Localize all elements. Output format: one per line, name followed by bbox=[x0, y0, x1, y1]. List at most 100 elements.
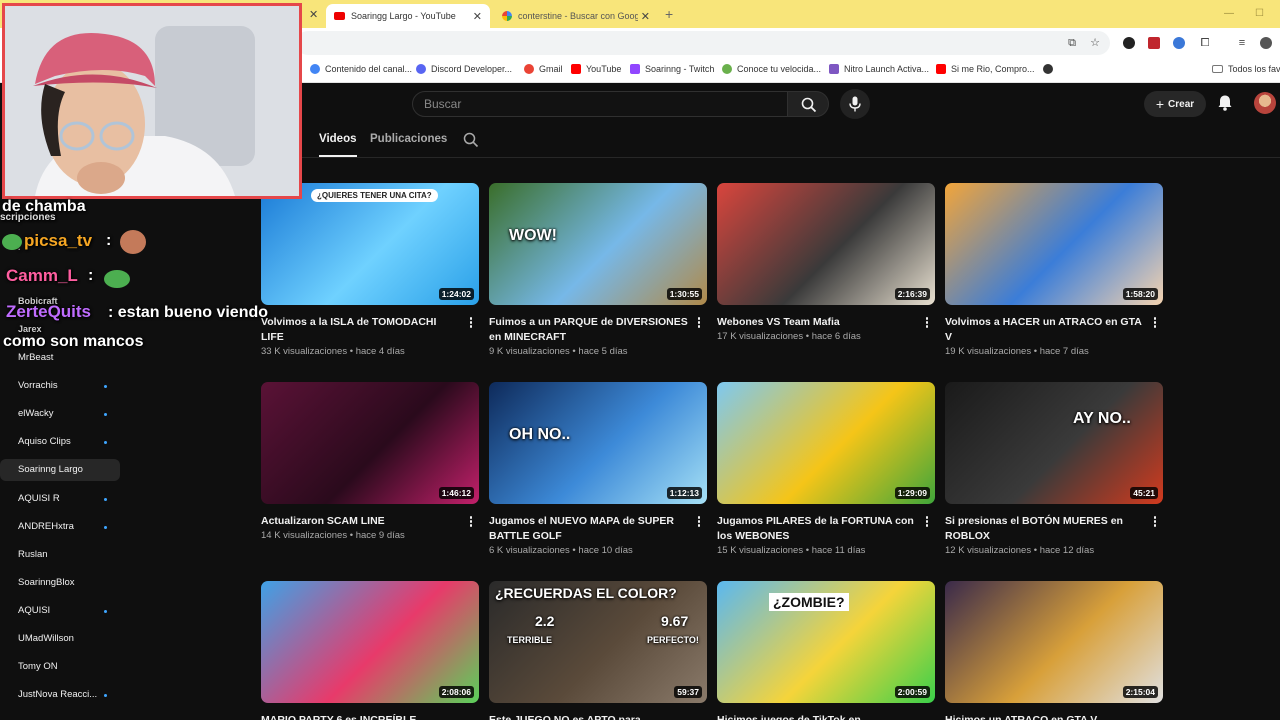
more-options-icon[interactable] bbox=[925, 516, 929, 528]
sidebar-channel-item[interactable]: Soarinng Largo bbox=[0, 459, 120, 482]
video-thumbnail[interactable]: OH NO.. 1:12:13 bbox=[489, 382, 707, 504]
user-avatar[interactable] bbox=[1254, 92, 1276, 114]
bookmark-item[interactable]: Si me Rio, Compro... bbox=[936, 64, 1035, 74]
video-thumbnail[interactable]: 2:15:04 bbox=[945, 581, 1163, 703]
search-button[interactable] bbox=[787, 91, 829, 117]
sidebar-channel-item[interactable]: Vorrachis bbox=[0, 375, 120, 397]
close-tab-icon[interactable]: ✕ bbox=[641, 10, 650, 23]
video-thumbnail[interactable]: 1:46:12 bbox=[261, 382, 479, 504]
video-card[interactable]: AY NO.. 45:21 Si presionas el BOTÓN MUERES… bbox=[945, 382, 1163, 556]
more-options-icon[interactable] bbox=[469, 516, 473, 528]
close-tab-icon[interactable]: ✕ bbox=[473, 10, 482, 23]
video-title[interactable]: Volvimos a la ISLA de TOMODACHI LIFE bbox=[261, 315, 461, 345]
browser-tab-google[interactable]: conterstine - Buscar con Google ✕ bbox=[494, 4, 658, 28]
video-title[interactable]: Este JUEGO NO es APTO para bbox=[489, 713, 689, 720]
video-title[interactable]: Jugamos el NUEVO MAPA de SUPER BATTLE GO… bbox=[489, 514, 689, 544]
minimize-icon[interactable]: — bbox=[1224, 8, 1234, 19]
video-thumbnail[interactable]: 1:29:09 bbox=[717, 382, 935, 504]
video-card[interactable]: 2:15:04 Hicimos un ATRACO en GTA V bbox=[945, 581, 1163, 720]
sidebar-channel-item[interactable]: JustNova Reacci... bbox=[0, 684, 120, 706]
video-title[interactable]: Webones VS Team Mafia bbox=[717, 315, 917, 330]
video-card[interactable]: ¿RECUERDAS EL COLOR? 2.2 9.67 TERRIBLE PERFE… bbox=[489, 581, 707, 720]
bookmark-item[interactable]: YouTube bbox=[571, 64, 621, 74]
video-thumbnail[interactable]: ¿ZOMBIE? 2:00:59 bbox=[717, 581, 935, 703]
video-thumbnail[interactable]: ¿RECUERDAS EL COLOR? 2.2 9.67 TERRIBLE PERFE… bbox=[489, 581, 707, 703]
video-card[interactable]: 1:29:09 Jugamos PILARES de la FORTUNA con… bbox=[717, 382, 935, 556]
sidebar-channel-item[interactable]: ANDREHxtra bbox=[0, 516, 120, 538]
more-options-icon[interactable] bbox=[925, 317, 929, 329]
video-thumbnail[interactable]: 2:08:06 bbox=[261, 581, 479, 703]
microphone-icon bbox=[849, 96, 861, 112]
notifications-bell-icon[interactable] bbox=[1216, 94, 1234, 112]
extension-icon[interactable] bbox=[1123, 37, 1135, 49]
sidebar-channel-item[interactable]: Aquiso Clips bbox=[0, 431, 120, 453]
thumbnail-caption: ¿ZOMBIE? bbox=[769, 593, 849, 611]
video-card[interactable]: 2:08:06 MARIO PARTY 6 es INCREÍBLE bbox=[261, 581, 479, 720]
new-tab-icon[interactable]: + bbox=[665, 6, 673, 22]
metadata-separator: • bbox=[347, 346, 356, 357]
bookmark-globe-icon[interactable] bbox=[1043, 64, 1058, 74]
video-card[interactable]: OH NO.. 1:12:13 Jugamos el NUEVO MAPA de S… bbox=[489, 382, 707, 556]
video-title[interactable]: Volvimos a HACER un ATRACO en GTA V bbox=[945, 315, 1145, 345]
video-metadata: 9 K visualizaciones • hace 5 días bbox=[489, 346, 628, 357]
video-title[interactable]: Hicimos juegos de TikTok en bbox=[717, 713, 917, 720]
video-thumbnail[interactable]: ¿QUIERES TENER UNA CITA? 1:24:02 bbox=[261, 183, 479, 305]
browser-tab-youtube[interactable]: Soaringg Largo - YouTube ✕ bbox=[326, 4, 490, 28]
bookmark-star-icon[interactable]: ☆ bbox=[1089, 37, 1101, 49]
video-card[interactable]: 2:16:39 Webones VS Team Mafia 17 K visuali… bbox=[717, 183, 935, 342]
more-options-icon[interactable] bbox=[1153, 317, 1157, 329]
close-tab-icon[interactable]: ✕ bbox=[309, 8, 318, 21]
sidebar-channel-item[interactable]: AQUISI R bbox=[0, 488, 120, 510]
extension-icon[interactable] bbox=[1173, 37, 1185, 49]
tab-videos[interactable]: Videos bbox=[319, 133, 357, 157]
video-title[interactable]: Hicimos un ATRACO en GTA V bbox=[945, 713, 1145, 720]
video-thumbnail[interactable]: 1:58:20 bbox=[945, 183, 1163, 305]
video-title[interactable]: Actualizaron SCAM LINE bbox=[261, 514, 461, 529]
sidebar-channel-item[interactable]: SoarinngBlox bbox=[0, 572, 120, 594]
sidebar-channel-item[interactable]: Tomy ON bbox=[0, 656, 120, 678]
bookmark-item[interactable]: Contenido del canal... bbox=[310, 64, 412, 74]
profile-icon[interactable] bbox=[1260, 37, 1272, 49]
install-app-icon[interactable]: ⧉ bbox=[1066, 37, 1078, 49]
video-duration: 2:16:39 bbox=[894, 288, 930, 300]
video-title[interactable]: MARIO PARTY 6 es INCREÍBLE bbox=[261, 713, 461, 720]
sidebar-channel-item[interactable]: Ruslan bbox=[0, 544, 120, 566]
search-input[interactable] bbox=[413, 92, 787, 116]
bookmark-item[interactable]: Conoce tu velocida... bbox=[722, 64, 821, 74]
sidebar-channel-label: UMadWillson bbox=[18, 633, 74, 644]
video-title[interactable]: Si presionas el BOTÓN MUERES en ROBLOX bbox=[945, 514, 1145, 544]
bookmark-item[interactable]: Gmail bbox=[524, 64, 563, 74]
maximize-icon[interactable]: ☐ bbox=[1255, 8, 1264, 19]
more-options-icon[interactable] bbox=[469, 317, 473, 329]
video-card[interactable]: ¿QUIERES TENER UNA CITA? 1:24:02 Volvimos … bbox=[261, 183, 479, 357]
metadata-separator: • bbox=[803, 331, 812, 342]
more-options-icon[interactable] bbox=[697, 516, 701, 528]
bookmark-item[interactable]: Discord Developer... bbox=[416, 64, 512, 74]
video-title[interactable]: Jugamos PILARES de la FORTUNA con los WE… bbox=[717, 514, 917, 544]
video-card[interactable]: ¿ZOMBIE? 2:00:59 Hicimos juegos de TikTok … bbox=[717, 581, 935, 720]
video-card[interactable]: WOW! 1:30:55 Fuimos a un PARQUE de DIVERSI… bbox=[489, 183, 707, 357]
video-thumbnail[interactable]: AY NO.. 45:21 bbox=[945, 382, 1163, 504]
sidebar-channel-item[interactable]: AQUISI bbox=[0, 600, 120, 622]
more-options-icon[interactable] bbox=[1153, 516, 1157, 528]
more-options-icon[interactable] bbox=[697, 317, 701, 329]
sidebar-channel-item[interactable]: UMadWillson bbox=[0, 628, 120, 650]
extensions-puzzle-icon[interactable]: ⧠ bbox=[1199, 37, 1211, 49]
address-bar[interactable] bbox=[296, 31, 1110, 55]
video-title[interactable]: Fuimos a un PARQUE de DIVERSIONES en MIN… bbox=[489, 315, 689, 345]
video-thumbnail[interactable]: WOW! 1:30:55 bbox=[489, 183, 707, 305]
bookmark-item[interactable]: Soarinng - Twitch bbox=[630, 64, 714, 74]
sidebar-channel-label: elWacky bbox=[18, 408, 54, 420]
voice-search-button[interactable] bbox=[840, 89, 870, 119]
media-control-icon[interactable]: ≡ bbox=[1236, 37, 1248, 49]
tab-posts[interactable]: Publicaciones bbox=[370, 133, 447, 145]
bookmark-item[interactable]: Nitro Launch Activa... bbox=[829, 64, 929, 74]
video-card[interactable]: 1:46:12 Actualizaron SCAM LINE 14 K visual… bbox=[261, 382, 479, 541]
all-bookmarks-folder[interactable]: Todos los favo bbox=[1212, 64, 1280, 74]
channel-search-icon[interactable] bbox=[463, 132, 479, 148]
extension-icon[interactable] bbox=[1148, 37, 1160, 49]
video-card[interactable]: 1:58:20 Volvimos a HACER un ATRACO en GTA… bbox=[945, 183, 1163, 357]
video-thumbnail[interactable]: 2:16:39 bbox=[717, 183, 935, 305]
create-button[interactable]: + Crear bbox=[1144, 91, 1206, 117]
sidebar-channel-item[interactable]: elWacky bbox=[0, 403, 120, 425]
